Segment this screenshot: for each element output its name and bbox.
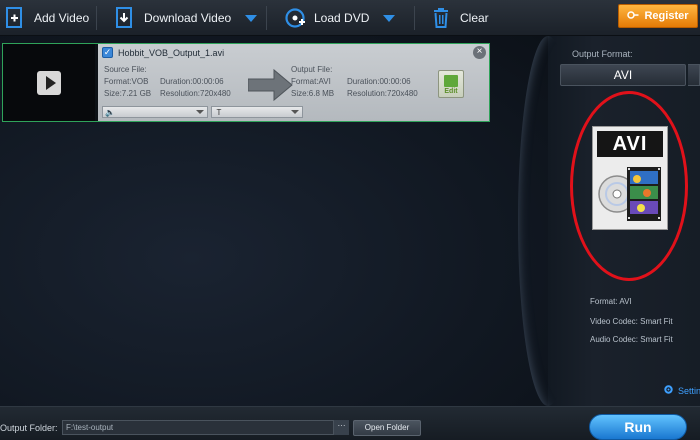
output-folder-label: Output Folder: <box>0 423 58 433</box>
clear-label: Clear <box>460 11 489 25</box>
source-size: Size:7.21 GB <box>104 89 152 98</box>
highlight-annotation <box>570 91 688 281</box>
output-size: Size:6.8 MB <box>291 89 335 98</box>
settings-link[interactable]: Setting <box>663 384 700 397</box>
subtitle-dropdown[interactable]: T <box>211 106 303 118</box>
edit-button[interactable]: Edit <box>438 70 464 98</box>
close-icon[interactable]: × <box>473 46 486 59</box>
output-duration: Duration:00:00:06 <box>347 77 411 86</box>
file-name[interactable]: Hobbit_VOB_Output_1.avi <box>118 48 224 58</box>
clear-button[interactable]: Clear <box>430 0 489 36</box>
audio-track-dropdown[interactable]: 🔈 <box>102 106 208 118</box>
toolbar: Add Video Download Video Load DVD Clear … <box>0 0 700 36</box>
chevron-down-icon[interactable] <box>383 14 396 22</box>
output-format-panel: Output Format: AVI AVI Format: AVI Video… <box>548 36 700 406</box>
file-checkbox[interactable]: ✓ <box>102 47 113 58</box>
output-format-label: Output Format: <box>572 49 633 59</box>
key-icon <box>627 9 639 24</box>
chevron-down-icon[interactable] <box>245 14 258 22</box>
settings-label: Setting <box>678 385 700 396</box>
dvd-disc-icon <box>284 7 306 29</box>
load-dvd-label: Load DVD <box>314 11 370 25</box>
download-video-label: Download Video <box>144 11 232 25</box>
file-info-panel: ✓ Hobbit_VOB_Output_1.avi × Source File:… <box>98 44 489 121</box>
filename-row: ✓ Hobbit_VOB_Output_1.avi <box>102 47 224 58</box>
format-info: Format: AVI <box>590 297 632 306</box>
output-folder-field[interactable]: F:\test-output <box>62 420 349 435</box>
load-dvd-button[interactable]: Load DVD <box>284 0 396 36</box>
download-video-icon <box>114 7 136 29</box>
toolbar-divider <box>414 6 415 30</box>
source-resolution: Resolution:720x480 <box>160 89 231 98</box>
register-label: Register <box>644 10 689 22</box>
file-list-area: ✓ Hobbit_VOB_Output_1.avi × Source File:… <box>0 36 548 406</box>
toolbar-divider <box>266 6 267 30</box>
add-video-icon <box>4 7 26 29</box>
play-icon[interactable] <box>37 70 61 95</box>
source-duration: Duration:00:00:06 <box>160 77 224 86</box>
trash-icon <box>430 7 452 29</box>
bottom-bar: Output Folder: F:\test-output ··· Open F… <box>0 406 700 440</box>
audio-codec-info: Audio Codec: Smart Fit <box>590 335 673 344</box>
download-video-button[interactable]: Download Video <box>114 0 258 36</box>
chevron-down-icon <box>196 110 204 114</box>
video-codec-info: Video Codec: Smart Fit <box>590 317 673 326</box>
format-tab-next[interactable] <box>688 64 700 86</box>
add-video-label: Add Video <box>34 11 90 25</box>
chevron-down-icon <box>291 110 299 114</box>
toolbar-divider <box>96 6 97 30</box>
add-video-button[interactable]: Add Video <box>4 0 89 36</box>
register-button[interactable]: Register <box>618 4 698 28</box>
convert-arrow-icon <box>247 68 294 104</box>
edit-label: Edit <box>444 88 458 95</box>
run-button[interactable]: Run <box>589 414 687 440</box>
subtitle-icon: T <box>216 107 222 117</box>
open-folder-button[interactable]: Open Folder <box>353 420 421 436</box>
browse-folder-button[interactable]: ··· <box>333 420 349 435</box>
output-format: Format:AVI <box>291 77 331 86</box>
source-heading: Source File: <box>104 65 147 74</box>
format-tab-selected[interactable]: AVI <box>560 64 686 86</box>
output-resolution: Resolution:720x480 <box>347 89 418 98</box>
file-item[interactable]: ✓ Hobbit_VOB_Output_1.avi × Source File:… <box>2 43 490 122</box>
gear-icon <box>663 384 674 397</box>
source-format: Format:VOB <box>104 77 149 86</box>
edit-icon <box>444 75 458 87</box>
speaker-icon: 🔈 <box>105 107 115 117</box>
output-heading: Output File: <box>291 65 333 74</box>
video-thumbnail[interactable] <box>3 44 95 121</box>
